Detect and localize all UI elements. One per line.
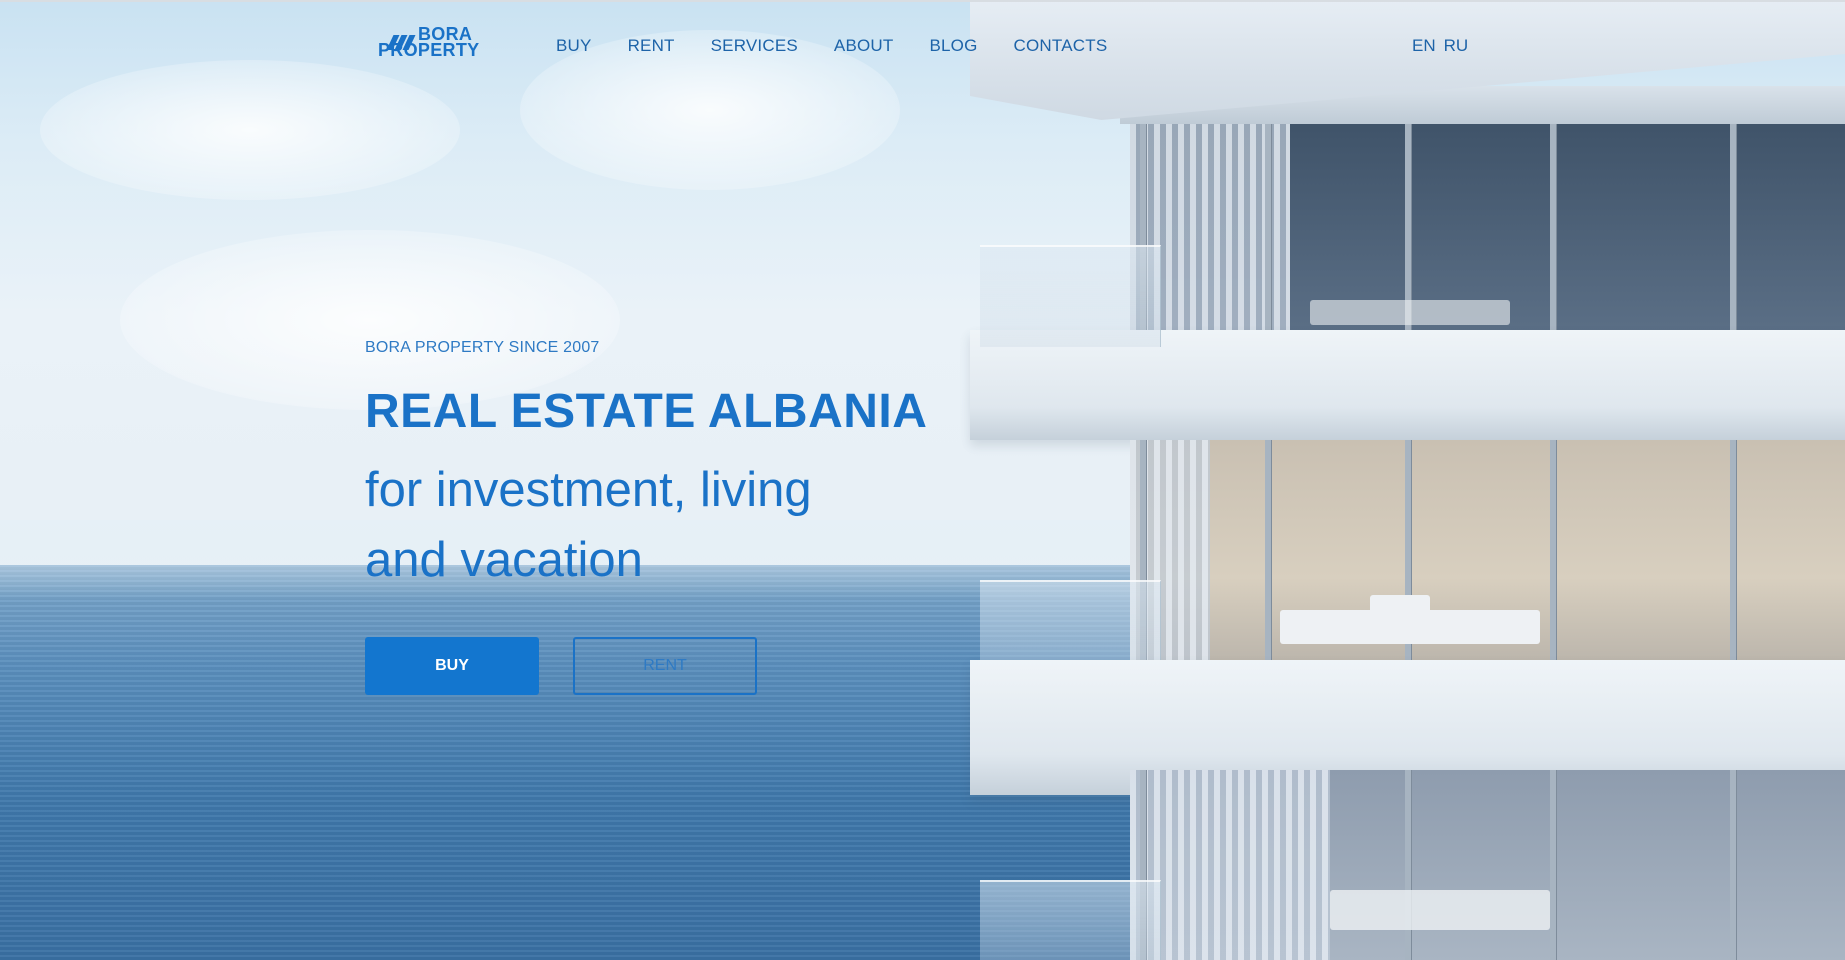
buy-button[interactable]: BUY (365, 637, 539, 695)
nav-buy[interactable]: BUY (556, 36, 592, 56)
mullion (1730, 770, 1736, 960)
balcony-glass (980, 880, 1161, 960)
building (970, 0, 1845, 960)
sofa (1330, 890, 1550, 930)
hero-subline-line-2: and vacation (365, 533, 643, 587)
lang-ru[interactable]: RU (1444, 36, 1469, 56)
cushion (1370, 595, 1430, 613)
balcony-glass (980, 245, 1161, 347)
nav-blog[interactable]: BLOG (929, 36, 977, 56)
glass-floor (1130, 770, 1845, 960)
mullion (1550, 770, 1556, 960)
mullion (1550, 440, 1556, 670)
hero-since-label: BORA PROPERTY SINCE 2007 (365, 339, 600, 356)
nav-about[interactable]: ABOUT (834, 36, 894, 56)
hero-subline-line-1: for investment, living (365, 463, 812, 517)
hero-background-image (0, 0, 1845, 960)
mullion (1730, 105, 1736, 335)
nav-rent[interactable]: RENT (628, 36, 675, 56)
top-border (0, 0, 1845, 2)
main-nav: BUY RENT SERVICES ABOUT BLOG CONTACTS (556, 36, 1107, 56)
lang-en[interactable]: EN (1412, 36, 1436, 56)
mullion (1265, 440, 1271, 670)
mullion (1265, 105, 1271, 335)
rent-button[interactable]: RENT (573, 637, 757, 695)
hero-headline: REAL ESTATE ALBANIA (365, 385, 928, 438)
nav-contacts[interactable]: CONTACTS (1014, 36, 1108, 56)
mullion (1550, 105, 1556, 335)
cloud (120, 230, 620, 410)
mullion (1405, 770, 1411, 960)
language-switcher: EN RU (1412, 36, 1468, 56)
logo[interactable]: BORA PROPERTY (378, 25, 479, 59)
glass-floor (1130, 440, 1845, 670)
logo-mark-icon (386, 34, 416, 50)
mullion (1730, 440, 1736, 670)
logo-text: BORA PROPERTY (378, 25, 479, 59)
cloud (40, 60, 460, 200)
glass-floor (1130, 105, 1845, 335)
hero-subline: for investment, living and vacation (365, 455, 812, 595)
nav-services[interactable]: SERVICES (711, 36, 798, 56)
sofa (1280, 610, 1540, 644)
sofa (1310, 300, 1510, 325)
